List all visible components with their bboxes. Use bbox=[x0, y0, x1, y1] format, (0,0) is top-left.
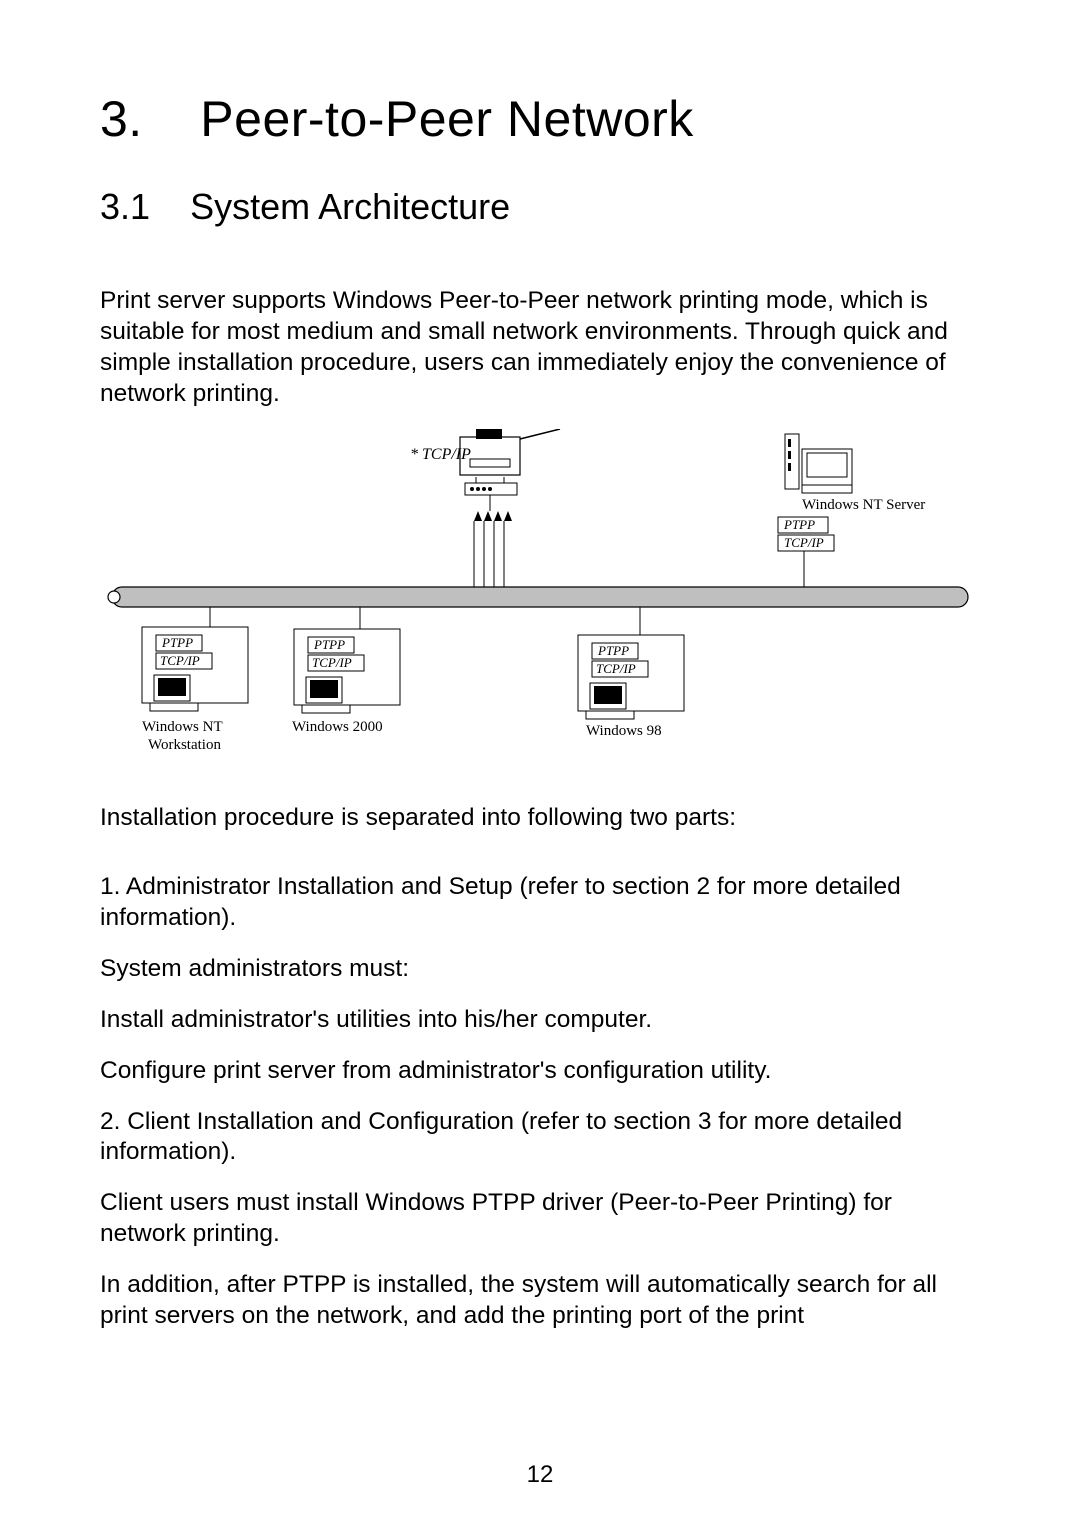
network-diagram: * TCP/IP Windows NT Server PTPP bbox=[100, 429, 980, 779]
chapter-number: 3. bbox=[100, 91, 143, 147]
svg-text:Workstation: Workstation bbox=[148, 737, 221, 753]
nt-server-ptpp: PTPP bbox=[783, 517, 815, 532]
printer-label: * TCP/IP bbox=[410, 446, 471, 463]
page-number: 12 bbox=[527, 1461, 554, 1489]
svg-text:TCP/IP: TCP/IP bbox=[596, 661, 636, 676]
svg-text:PTPP: PTPP bbox=[313, 637, 345, 652]
nt-server-label: Windows NT Server bbox=[802, 497, 925, 513]
chapter-title: 3. Peer-to-Peer Network bbox=[100, 90, 980, 148]
intro-paragraph: Print server supports Windows Peer-to-Pe… bbox=[100, 286, 980, 409]
item1-paragraph: 1. Administrator Installation and Setup … bbox=[100, 872, 980, 934]
printer-icon bbox=[460, 429, 560, 495]
separated-paragraph: Installation procedure is separated into… bbox=[100, 803, 980, 834]
workstation-nt: PTPP TCP/IP bbox=[142, 627, 248, 711]
nt-server-tcpip: TCP/IP bbox=[784, 535, 824, 550]
item2-paragraph: 2. Client Installation and Configuration… bbox=[100, 1107, 980, 1169]
in-addition-paragraph: In addition, after PTPP is installed, th… bbox=[100, 1270, 980, 1332]
chapter-title-text: Peer-to-Peer Network bbox=[200, 91, 694, 147]
arrows-up bbox=[474, 511, 512, 521]
admins-must-paragraph: System administrators must: bbox=[100, 954, 980, 985]
network-bus bbox=[108, 587, 968, 607]
svg-text:TCP/IP: TCP/IP bbox=[312, 655, 352, 670]
workstation-2000: PTPP TCP/IP bbox=[294, 629, 400, 713]
client-must-paragraph: Client users must install Windows PTPP d… bbox=[100, 1188, 980, 1250]
svg-text:Windows 2000: Windows 2000 bbox=[292, 719, 383, 735]
section-title: 3.1 System Architecture bbox=[100, 186, 980, 228]
svg-text:Windows NT: Windows NT bbox=[142, 719, 223, 735]
svg-text:Windows 98: Windows 98 bbox=[586, 723, 662, 739]
section-number: 3.1 bbox=[100, 186, 150, 227]
install-admin-paragraph: Install administrator's utilities into h… bbox=[100, 1005, 980, 1036]
nt-server-icon bbox=[785, 434, 852, 493]
svg-text:PTPP: PTPP bbox=[161, 635, 193, 650]
svg-text:TCP/IP: TCP/IP bbox=[160, 653, 200, 668]
section-title-text: System Architecture bbox=[190, 186, 510, 227]
workstation-98: PTPP TCP/IP bbox=[578, 635, 684, 719]
configure-ps-paragraph: Configure print server from administrato… bbox=[100, 1056, 980, 1087]
svg-text:PTPP: PTPP bbox=[597, 643, 629, 658]
